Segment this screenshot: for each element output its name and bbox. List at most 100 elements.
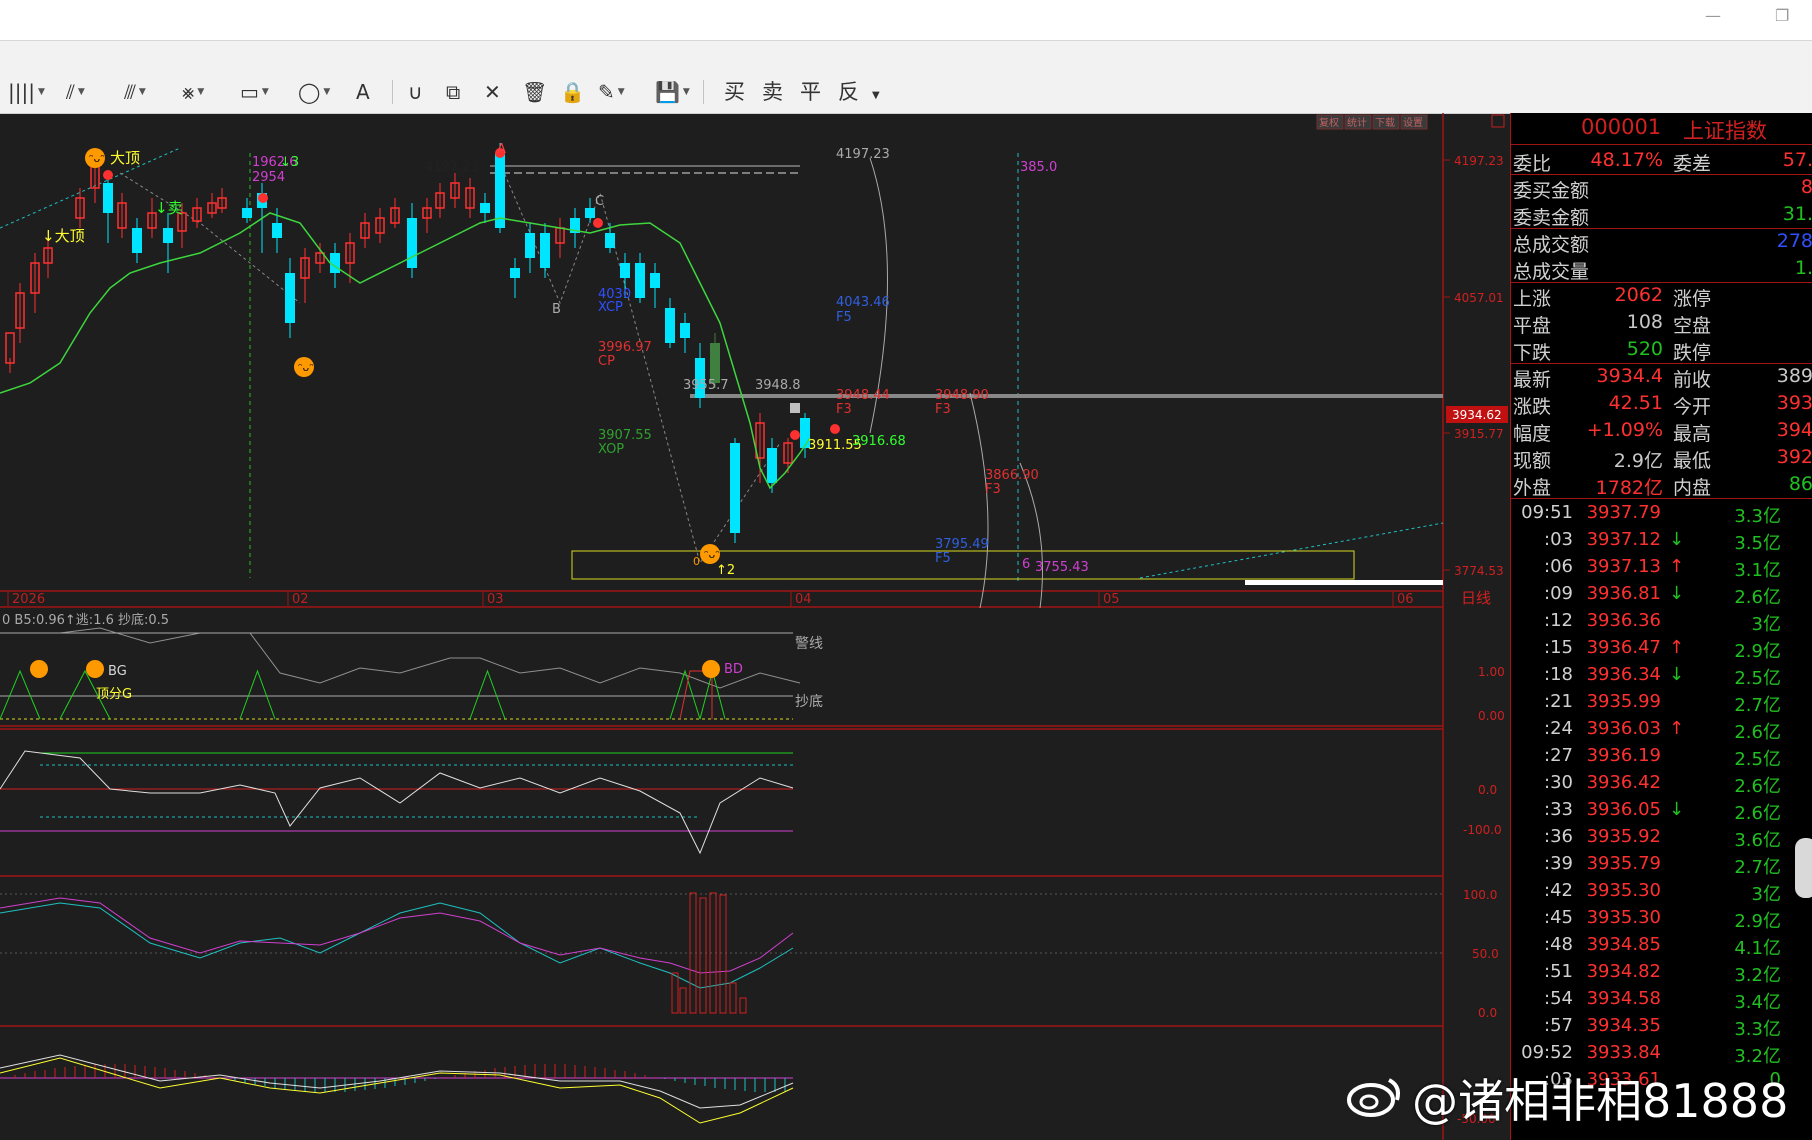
alarm-label: 警线	[795, 636, 823, 652]
quote-label: 上涨	[1513, 288, 1552, 310]
tick-arrow: ↓	[1669, 583, 1685, 604]
chevron-down-icon[interactable]: ▼	[618, 87, 625, 97]
indicator1-spike	[0, 669, 41, 720]
text-tool[interactable]: A	[356, 74, 370, 110]
trade-button-3[interactable]: 反	[838, 76, 859, 106]
fibonacci-icon: ⨳	[182, 80, 195, 104]
quote-value: 1.	[1794, 257, 1812, 279]
red-value-3948: 3948.44	[836, 388, 890, 403]
quote-value: 86	[1788, 473, 1812, 495]
tick-price: 3935.79	[1586, 853, 1661, 874]
chevron-down-icon[interactable]: ▼	[683, 87, 690, 97]
ellipse-tool[interactable]: ◯ ▼	[298, 74, 330, 110]
smiley-icon	[86, 660, 104, 678]
quote-value: 108	[1626, 311, 1663, 333]
date-axis-label-2: 03	[487, 592, 504, 607]
yellow-box	[571, 550, 1355, 580]
copy-icon: ⧉	[446, 80, 461, 104]
cp-value: 3996.97	[598, 340, 652, 355]
minimize-icon[interactable]: —	[1705, 6, 1721, 25]
candle-body-down	[585, 208, 595, 218]
tick-price: 3936.81	[1586, 583, 1661, 604]
divider	[1511, 228, 1812, 229]
parallel-lines-tool[interactable]: ⫻ ▼	[124, 74, 146, 110]
tick-time: :57	[1544, 1015, 1573, 1036]
trade-button-2[interactable]: 平	[800, 76, 821, 106]
kline-chart-area[interactable]: 复权 统计 下载 设置 4197.23 4057.01 3915.77 3774.53 3934…	[0, 113, 1510, 1140]
ind3-magenta-line	[0, 897, 794, 974]
chevron-down-icon[interactable]: ▼	[38, 87, 45, 97]
top-label-2: ↓大顶	[42, 227, 85, 245]
tick-volume: 2.6亿	[1734, 587, 1781, 608]
panel-scroll-handle[interactable]	[1795, 838, 1812, 898]
ellipse-icon: ◯	[298, 80, 321, 104]
xop-tag: XOP	[598, 442, 624, 457]
candle-body-down	[710, 343, 720, 383]
ind3-bar	[671, 972, 679, 1014]
pen-tool[interactable]: ✎ ▼	[598, 74, 625, 110]
tick-time: :48	[1544, 934, 1573, 955]
save-tool[interactable]: 💾 ▼	[655, 74, 690, 110]
chevron-down-icon[interactable]: ▼	[197, 87, 204, 97]
purple-value: 385.0	[1020, 160, 1057, 175]
tick-volume: 2.9亿	[1734, 641, 1781, 662]
divider	[1511, 498, 1812, 499]
red-value-3866: 3866.90	[985, 468, 1039, 483]
xcp-tag: XCP	[598, 300, 623, 315]
tick-volume: 2.5亿	[1734, 749, 1781, 770]
chevron-down-icon[interactable]: ▼	[323, 87, 330, 97]
tick-arrow: ↓	[1669, 529, 1685, 550]
candle-body-down	[767, 448, 777, 483]
trade-button-0[interactable]: 买	[724, 76, 745, 106]
arrow-2-label: ↑2	[716, 563, 735, 578]
ind1-axis-1: 0.00	[1478, 709, 1505, 723]
f3-tag: F3	[836, 402, 852, 417]
fibonacci-tool[interactable]: ⨳ ▼	[182, 74, 204, 110]
tick-time: :09	[1544, 583, 1573, 604]
tick-price: 3936.05	[1586, 799, 1661, 820]
tick-volume: 3亿	[1751, 884, 1781, 905]
candle-body-down	[525, 233, 535, 258]
title-bar: — ❐	[0, 0, 1812, 41]
divider	[1511, 363, 1812, 364]
quote-value: 3934.4	[1596, 365, 1663, 387]
tick-price: 3937.13	[1586, 556, 1661, 577]
vertical-lines-tool[interactable]: |||| ▼	[8, 74, 45, 110]
tick-volume: 3亿	[1751, 614, 1781, 635]
trade-button-1[interactable]: 卖	[762, 76, 783, 106]
tick-time: :36	[1544, 826, 1573, 847]
sell-label: ↓卖	[155, 199, 183, 217]
price-axis-label-3: 3774.53	[1454, 564, 1504, 578]
tick-time: :51	[1544, 961, 1573, 982]
ma-line	[0, 212, 811, 490]
trash-tool[interactable]: 🗑	[522, 74, 547, 110]
quote-label: 涨停	[1673, 288, 1712, 310]
date-axis-label-0: 2026	[12, 592, 45, 607]
toolbar-divider	[703, 80, 704, 104]
quote-label: 最低	[1673, 450, 1712, 472]
quote-value: 393	[1776, 392, 1812, 414]
delete-tool[interactable]: ✕	[484, 74, 501, 110]
quote-label: 最高	[1673, 423, 1712, 445]
quote-label: 下跌	[1513, 342, 1552, 364]
chevron-down-icon[interactable]: ▼	[872, 90, 880, 101]
quote-label: 最新	[1513, 369, 1552, 391]
ind3-bar	[739, 997, 747, 1014]
price-axis-label-2: 3915.77	[1454, 427, 1504, 441]
chevron-down-icon[interactable]: ▼	[262, 87, 269, 97]
lock-tool[interactable]: 🔒	[560, 74, 585, 110]
magnet-tool[interactable]: ∪	[408, 74, 423, 110]
lock-icon: 🔒	[560, 80, 585, 104]
restore-icon[interactable]: ❐	[1775, 6, 1789, 25]
rectangle-tool[interactable]: ▭ ▼	[240, 74, 269, 110]
candle-body-down	[730, 443, 740, 533]
chevron-down-icon[interactable]: ▼	[78, 87, 85, 97]
quote-value: 394	[1776, 419, 1812, 441]
fib-f5-2: F5	[935, 551, 951, 566]
tick-time: :24	[1544, 718, 1573, 739]
chevron-down-icon[interactable]: ▼	[139, 87, 146, 97]
indicator1-spike	[469, 669, 506, 720]
tick-volume: 2.7亿	[1734, 695, 1781, 716]
fan-lines-tool[interactable]: ⫽ ▼	[66, 74, 85, 110]
copy-tool[interactable]: ⧉	[446, 74, 460, 110]
